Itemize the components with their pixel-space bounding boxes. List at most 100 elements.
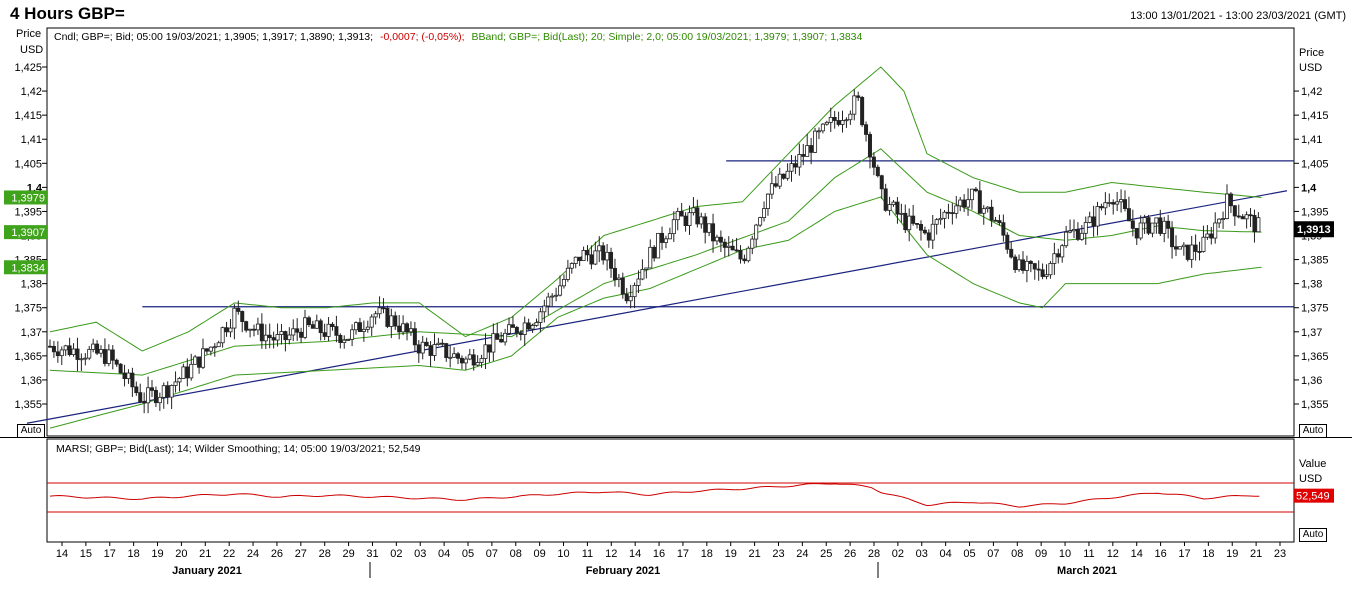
- candle-body: [267, 334, 272, 338]
- candles: [48, 89, 1261, 414]
- candle-body: [954, 205, 959, 214]
- y-tick-label-left: 1,37: [21, 327, 42, 339]
- candle-body: [977, 190, 982, 214]
- candle-body: [165, 385, 170, 398]
- candle-body: [820, 123, 825, 132]
- candle-body: [871, 156, 876, 168]
- candle-body: [1240, 216, 1245, 220]
- y-tick-label-left: 1,375: [14, 303, 42, 315]
- candle-body: [628, 296, 633, 302]
- candle-body: [393, 315, 398, 327]
- x-tick-label: 29: [342, 548, 354, 560]
- candle-body: [408, 328, 413, 333]
- x-tick-label: 14: [629, 548, 641, 560]
- rsi-axis-label: Value: [1299, 458, 1326, 470]
- candle-body: [597, 245, 602, 252]
- candle-body: [397, 325, 402, 333]
- x-tick-label: 16: [1154, 548, 1166, 560]
- candle-body: [989, 206, 994, 221]
- candle-body: [318, 320, 323, 334]
- candle-body: [1232, 205, 1237, 217]
- candle-body: [805, 145, 810, 157]
- price-auto-scale-right-button[interactable]: Auto: [1299, 424, 1327, 438]
- candle-body: [612, 267, 617, 280]
- candle-body: [483, 344, 488, 359]
- candle-body: [1181, 244, 1186, 248]
- x-tick-label: 19: [1226, 548, 1238, 560]
- candle-body: [240, 311, 245, 322]
- candle-body: [452, 353, 457, 358]
- candle-body: [420, 341, 425, 354]
- candle-body: [185, 366, 190, 379]
- candle-body: [491, 333, 496, 353]
- candle-body: [346, 339, 351, 341]
- candle-body: [538, 311, 543, 323]
- candle-body: [750, 238, 755, 249]
- candle-body: [746, 247, 751, 262]
- candle-body: [161, 385, 166, 398]
- candle-body: [703, 216, 708, 233]
- price-unit-right: USD: [1299, 62, 1322, 74]
- candle-body: [208, 346, 213, 352]
- x-tick-label: 05: [462, 548, 474, 560]
- candle-body: [813, 130, 818, 153]
- candle-body: [142, 401, 147, 404]
- candle-body: [236, 307, 241, 312]
- candle-body: [1060, 245, 1065, 258]
- candle-body: [883, 188, 888, 211]
- y-tick-label-right: 1,375: [1301, 303, 1329, 315]
- candle-body: [632, 285, 637, 298]
- x-axis: 14 15 17 18 19 20 21 22 24 26 27 28 29 31 02 03 04 05 07 08…: [56, 542, 1286, 578]
- x-tick-label: 15: [80, 548, 92, 560]
- candle-body: [797, 154, 802, 168]
- candle-body: [546, 296, 551, 307]
- candle-body: [671, 219, 676, 235]
- candle-body: [1173, 246, 1178, 250]
- y-tick-label-right: 1,4: [1301, 182, 1317, 194]
- candle-body: [1044, 274, 1049, 277]
- candle-body: [636, 278, 641, 286]
- x-tick-label: 07: [486, 548, 498, 560]
- candle-body: [1228, 193, 1233, 207]
- candle-body: [950, 212, 955, 215]
- candle-body: [1170, 227, 1175, 248]
- y-tick-label-right: 1,41: [1301, 134, 1322, 146]
- candle-body: [942, 211, 947, 219]
- candle-body: [867, 134, 872, 158]
- candle-body: [640, 269, 645, 280]
- last-price-label: 1,3913: [1297, 224, 1331, 236]
- candle-body: [334, 326, 339, 336]
- candle-body: [1119, 199, 1124, 203]
- candle-body: [122, 372, 127, 380]
- candle-body: [365, 326, 370, 330]
- candle-body: [1193, 244, 1198, 252]
- candle-body: [475, 362, 480, 366]
- candle-body: [350, 329, 355, 340]
- rsi-auto-scale-button[interactable]: Auto: [1299, 528, 1327, 542]
- candle-body: [899, 212, 904, 215]
- candle-body: [609, 251, 614, 269]
- change-legend: -0,0007; (-0,05%);: [380, 31, 465, 43]
- candle-body: [259, 323, 264, 342]
- candle-body: [1091, 216, 1096, 227]
- candle-body: [224, 327, 229, 333]
- candle-body: [561, 279, 566, 287]
- candle-body: [275, 334, 280, 341]
- candle-body: [357, 322, 362, 332]
- x-tick-label: 25: [820, 548, 832, 560]
- candle-body: [879, 175, 884, 190]
- y-tick-label-right: 1,405: [1301, 158, 1329, 170]
- y-tick-label-right: 1,37: [1301, 327, 1322, 339]
- x-tick-label: 23: [772, 548, 784, 560]
- rsi-series: 52,549: [47, 482, 1334, 513]
- candle-body: [895, 201, 900, 215]
- candle-body: [287, 334, 292, 341]
- x-tick-label: 19: [151, 548, 163, 560]
- price-auto-scale-left-button[interactable]: Auto: [17, 424, 45, 438]
- candle-body: [479, 358, 484, 363]
- candle-body: [1095, 206, 1100, 227]
- candle-body: [467, 354, 472, 360]
- candle-body: [554, 294, 559, 297]
- price-axis-label-right: Price: [1299, 47, 1324, 59]
- price-axis-label-left: Price: [16, 28, 41, 40]
